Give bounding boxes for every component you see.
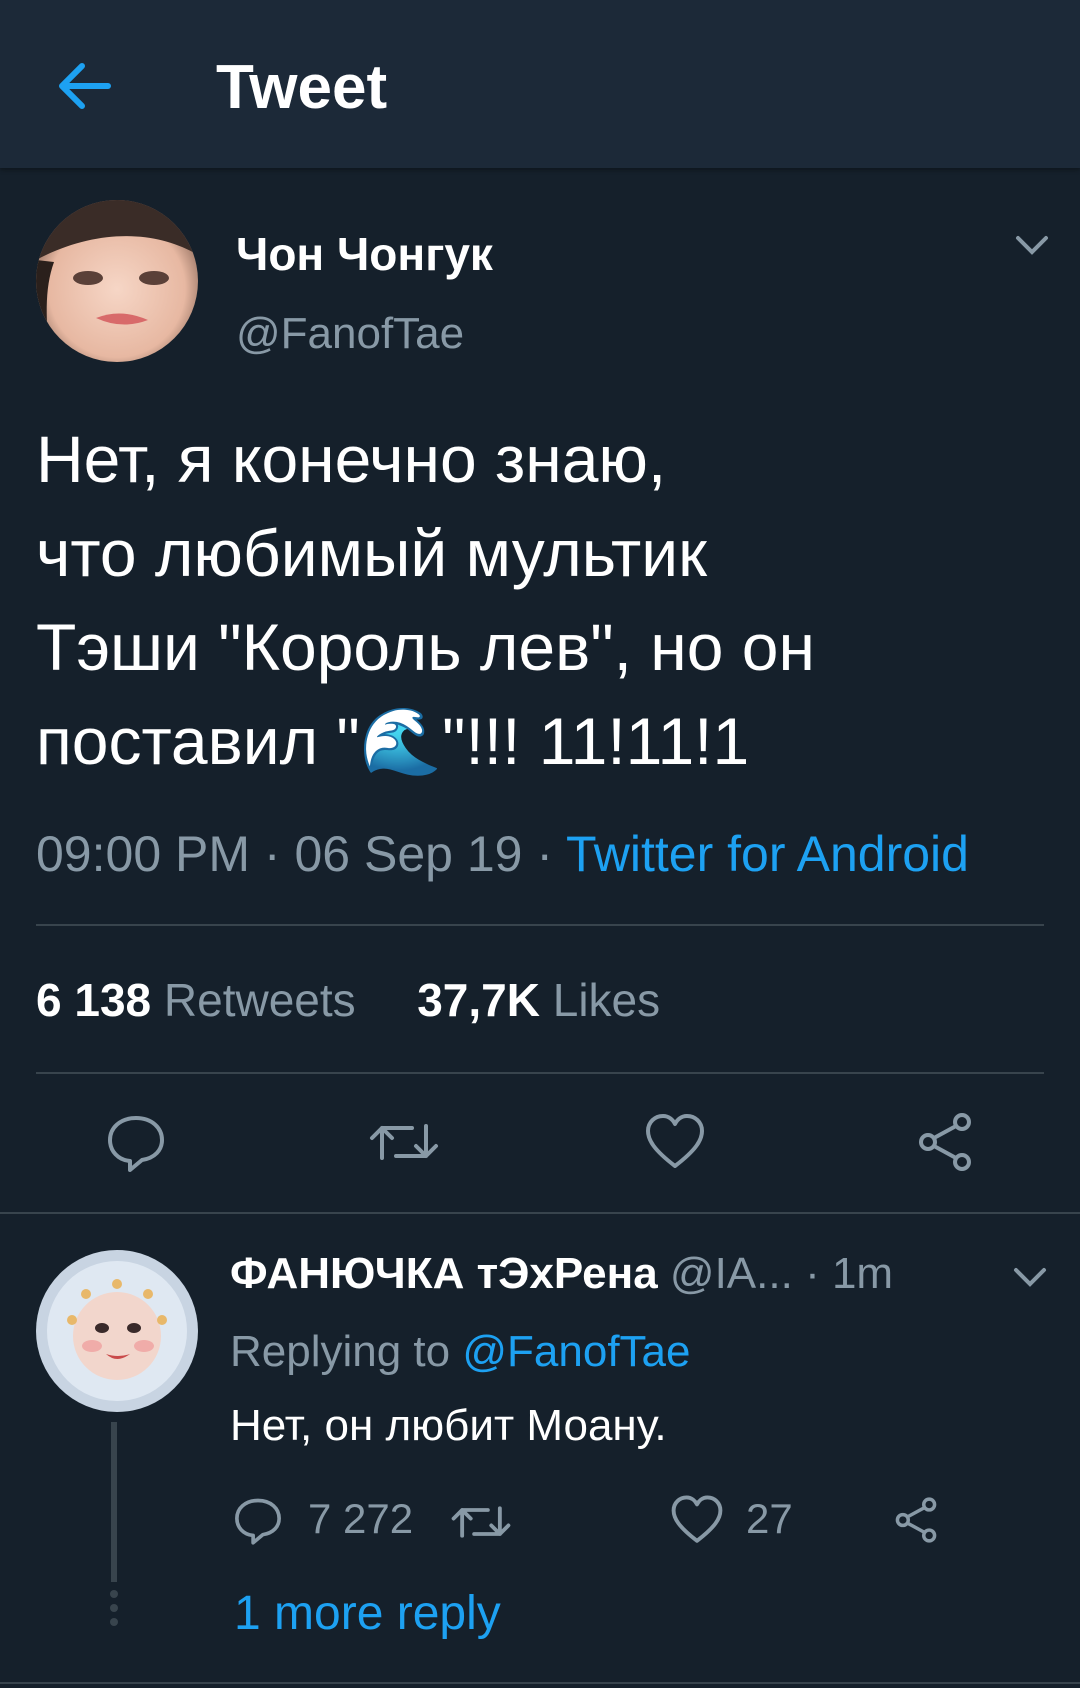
top-app-bar: Tweet	[0, 0, 1080, 168]
retweets-stat[interactable]: 6 138 Retweets	[36, 974, 368, 1026]
more-replies-link[interactable]: 1 more reply	[234, 1584, 501, 1644]
like-count: 27	[746, 1495, 793, 1542]
reply-icon[interactable]	[232, 1494, 284, 1546]
replying-to-label: Replying to	[230, 1327, 451, 1376]
reply-text: Нет, он любит Моану.	[230, 1401, 667, 1450]
retweets-count: 6 138	[36, 974, 152, 1026]
reply-header: ФАНЮЧКА тЭхРена @IA... · 1m	[230, 1246, 893, 1302]
tweet-date: 06 Sep 19	[294, 826, 523, 882]
retweet-icon[interactable]	[450, 1498, 512, 1546]
meta-separator: ·	[536, 826, 566, 882]
thread-line	[111, 1422, 117, 1582]
reply-count: 7 272	[308, 1495, 414, 1542]
author-name[interactable]: Чон Чонгук	[236, 226, 493, 282]
divider	[36, 1072, 1044, 1074]
page-title: Tweet	[216, 53, 388, 122]
tweet-detail-screen: Tweet Чон Чонгук @FanofTae Нет, я конечн…	[0, 0, 1080, 1688]
replying-to: Replying to @FanofTae	[230, 1324, 691, 1380]
tweet-text-line: Тэши "Король лев", но он	[36, 610, 815, 684]
tweet-source-link[interactable]: Twitter for Android	[566, 826, 969, 882]
retweets-label: Retweets	[163, 974, 356, 1026]
likes-label: Likes	[552, 974, 661, 1026]
tweet-text-line: поставил "🌊"!!! 11!11!1	[36, 704, 750, 778]
reply-author-avatar[interactable]	[36, 1250, 198, 1412]
tweet-text: Нет, я конечно знаю, что любимый мультик…	[36, 412, 1046, 788]
tweet-meta: 09:00 PM · 06 Sep 19 · Twitter for Andro…	[36, 824, 969, 884]
likes-stat[interactable]: 37,7K Likes	[417, 974, 660, 1026]
author-avatar[interactable]	[36, 200, 198, 362]
reply-author-handle[interactable]: @IA...	[670, 1249, 793, 1298]
reply-icon[interactable]	[104, 1110, 168, 1174]
section-divider	[0, 1682, 1080, 1684]
share-icon[interactable]	[914, 1112, 976, 1172]
meta-separator: ·	[263, 826, 295, 882]
section-divider	[0, 1212, 1080, 1214]
tweet-text-line: что любимый мультик	[36, 516, 707, 590]
share-icon[interactable]	[892, 1496, 940, 1544]
like-heart-icon[interactable]	[644, 1112, 706, 1172]
retweet-icon[interactable]	[368, 1114, 440, 1170]
author-handle[interactable]: @FanofTae	[236, 306, 464, 362]
reply-author-name[interactable]: ФАНЮЧКА тЭхРена	[230, 1249, 658, 1298]
back-arrow-icon[interactable]	[48, 50, 120, 122]
divider	[36, 924, 1044, 926]
chevron-down-icon[interactable]	[1012, 232, 1052, 258]
tweet-text-line: Нет, я конечно знаю,	[36, 422, 667, 496]
like-heart-icon[interactable]	[670, 1494, 724, 1546]
chevron-down-icon[interactable]	[1010, 1264, 1050, 1290]
likes-count: 37,7K	[417, 974, 540, 1026]
reply-age: 1m	[831, 1249, 894, 1298]
tweet-stats: 6 138 Retweets 37,7K Likes	[36, 972, 660, 1028]
thread-dots	[110, 1590, 118, 1632]
replying-to-mention[interactable]: @FanofTae	[462, 1327, 690, 1376]
tweet-time: 09:00 PM	[36, 826, 251, 882]
meta-separator: ·	[805, 1249, 832, 1298]
